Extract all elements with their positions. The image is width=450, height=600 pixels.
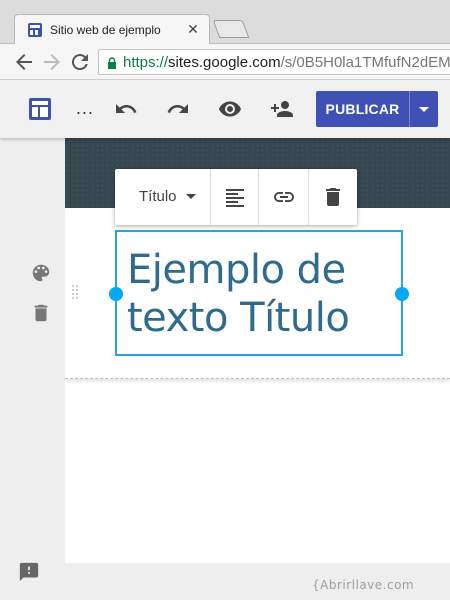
publish-button-group: PUBLICAR <box>316 91 438 127</box>
drag-handle-icon[interactable] <box>71 283 79 301</box>
lock-icon <box>108 57 116 69</box>
resize-handle-left[interactable] <box>109 287 123 301</box>
add-person-icon[interactable] <box>270 97 294 121</box>
url-text: https://sites.google.com/s/0B5H0la1TMfuf… <box>123 54 450 71</box>
insert-link-button[interactable] <box>259 169 309 225</box>
address-bar[interactable]: https://sites.google.com/s/0B5H0la1TMfuf… <box>98 49 450 75</box>
title-text-box[interactable]: Ejemplo de texto Título <box>109 230 409 356</box>
browser-toolbar: https://sites.google.com/s/0B5H0la1TMfuf… <box>0 44 450 80</box>
back-arrow-icon[interactable] <box>12 50 36 74</box>
resize-handle-right[interactable] <box>395 287 409 301</box>
publish-options-chevron-down-icon[interactable] <box>410 91 438 127</box>
text-style-label: Título <box>139 188 177 205</box>
tab-title: Sitio web de ejemplo <box>50 23 161 37</box>
publish-button[interactable]: PUBLICAR <box>316 91 409 127</box>
section-divider <box>65 378 450 379</box>
page-title[interactable]: Ejemplo de texto Título <box>127 246 397 342</box>
sites-editor-toolbar: ... PUBLICAR <box>0 80 450 138</box>
tab-close-icon[interactable]: ✕ <box>185 21 201 37</box>
trash-icon[interactable] <box>30 302 52 324</box>
text-style-dropdown[interactable]: Título <box>115 169 211 225</box>
trash-icon <box>326 188 340 206</box>
align-button[interactable] <box>211 169 259 225</box>
new-tab-button[interactable] <box>212 20 250 38</box>
watermark: {Abrirllave.com <box>312 578 415 592</box>
left-side-rail <box>0 138 65 600</box>
preview-eye-icon[interactable] <box>218 97 242 121</box>
undo-icon[interactable] <box>114 97 138 121</box>
chevron-down-icon <box>186 194 196 199</box>
align-left-icon <box>226 189 244 207</box>
browser-tab-strip: Sitio web de ejemplo ✕ <box>0 0 450 44</box>
browser-tab[interactable]: Sitio web de ejemplo ✕ <box>14 14 210 44</box>
text-format-toolbar: Título <box>115 169 357 225</box>
more-options-button[interactable]: ... <box>76 98 94 119</box>
feedback-icon[interactable] <box>18 561 40 583</box>
sites-logo-icon[interactable] <box>28 97 52 121</box>
reload-icon[interactable] <box>68 50 92 74</box>
palette-icon[interactable] <box>30 262 52 284</box>
redo-icon[interactable] <box>166 97 190 121</box>
sites-favicon-icon <box>28 23 42 37</box>
forward-arrow-icon[interactable] <box>40 50 64 74</box>
delete-text-button[interactable] <box>309 169 357 225</box>
link-icon <box>274 192 294 202</box>
